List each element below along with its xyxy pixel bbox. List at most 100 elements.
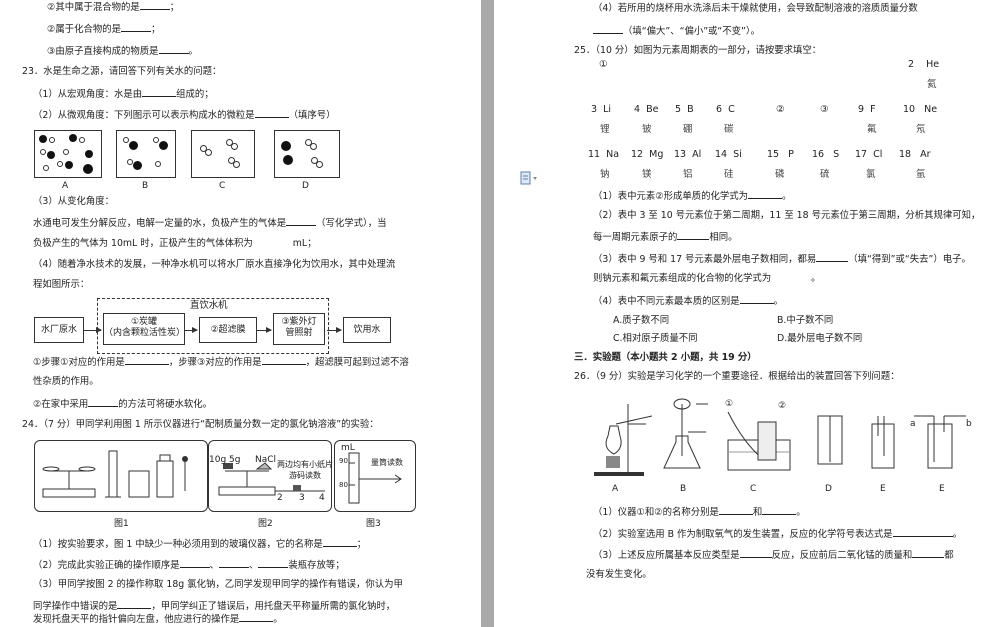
figure-caption: 图2 <box>258 519 273 529</box>
nacl-label: NaCl <box>255 455 277 465</box>
element-cell: ③ <box>820 104 829 115</box>
option-a: A.质子数不同 <box>613 315 670 326</box>
element-name: 铍 <box>642 124 652 135</box>
flow-step-membrane: ②超滤膜 <box>199 317 257 343</box>
text-line: （1）仪器①和②的名称分别是和。 <box>593 507 806 518</box>
element-cell: 10 Ne <box>903 104 938 115</box>
flow-arrow <box>327 327 342 333</box>
text-line: 没有发生变化。 <box>586 569 652 580</box>
particle-figure-c <box>191 130 255 178</box>
figure-caption: 图1 <box>114 519 129 529</box>
option-b: B.中子数不同 <box>777 315 834 326</box>
apparatus-label: E <box>939 484 945 494</box>
text-line: ①步骤①对应的作用是 ，步骤③对应的作用是 ，超滤膜可起到过滤不溶 <box>33 357 409 368</box>
element-cell: 6 C <box>716 104 735 115</box>
text-line: （1）从宏观角度：水是由 组成的； <box>33 89 214 100</box>
element-cell: 4 Be <box>634 104 659 115</box>
question-25: 25．（10 分）如图为元素周期表的一部分，请按要求填空： <box>574 45 822 56</box>
element-name: 氖 <box>916 124 926 135</box>
flow-drinking-water: 饮用水 <box>343 317 391 343</box>
element-name: 钠 <box>600 169 610 180</box>
question-24: 24．（7 分）甲同学利用图 1 所示仪器进行“配制质量分数一定的氯化钠溶液”的… <box>22 419 379 430</box>
text-line: ②其中属于混合物的是； <box>47 2 180 13</box>
element-name: 硼 <box>683 124 693 135</box>
text-line: 发现托盘天平的指针偏向左盘，他应进行的操作是。 <box>33 614 283 625</box>
text-line: （3）表中 9 号和 17 号元素最外层电子数相同，都易 （填“得到”或“失去”）… <box>593 254 971 265</box>
question-26: 26．（9 分）实验是学习化学的一个重要途径．根据给出的装置回答下列问题： <box>574 371 900 382</box>
element-cell: 17 Cl <box>855 149 883 160</box>
text-line: （4）随着净水技术的发展，一种净水机可以将水厂原水直接净化为饮用水，其中处理流 <box>33 259 396 270</box>
apparatus-mark: ② <box>778 401 787 411</box>
element-number: ① <box>599 59 608 70</box>
scale-tick: 3 <box>299 493 305 503</box>
element-name: 氩 <box>916 169 926 180</box>
text-line: （3）从变化角度： <box>33 196 114 207</box>
text-line: 水通电可发生分解反应，电解一定量的水，负极产生的气体是 （写化学式），当 <box>33 218 387 229</box>
figure-3-cylinder: mL 90 80 量筒读数 <box>334 440 416 512</box>
element-cell: 3 Li <box>591 104 612 115</box>
element-cell: 13 Al <box>674 149 702 160</box>
figure-2-balance: 10g 5g NaCl 两边均有小纸片 游码读数 2 3 4 <box>208 440 333 512</box>
instruments-drawing <box>42 450 188 498</box>
text-line: 同学操作中错误的是 ，甲同学纠正了错误后，用托盘天平称量所需的氯化钠时， <box>33 601 396 612</box>
element-number: 2 He <box>908 59 940 70</box>
apparatus-mark: b <box>966 419 972 429</box>
option-c: C.相对原子质量不同 <box>613 333 698 344</box>
section-3-heading: 三．实验题（本小题共 2 小题，共 19 分） <box>574 352 757 363</box>
apparatus-mark: ① <box>725 399 734 409</box>
question-23: 23．水是生命之源，请回答下列有关水的问题： <box>22 66 222 77</box>
apparatus-label: C <box>750 484 757 494</box>
apparatus-label: A <box>612 484 619 494</box>
element-name: 磷 <box>775 169 785 180</box>
apparatus-label: E <box>880 484 886 494</box>
text-line: ③由原子直接构成的物质是。 <box>47 46 198 57</box>
text-line: （2）从微观角度：下列图示可以表示构成水的微粒是 （填序号） <box>33 110 336 121</box>
flow-arrow <box>84 327 102 333</box>
element-cell: 9 F <box>858 104 876 115</box>
weights-label: 10g 5g <box>209 455 241 465</box>
right-page: （4）若所用的烧杯用水洗涤后未干燥就使用，会导致配制溶液的溶质质量分数 （填“偏… <box>494 0 992 627</box>
scale-tick: 4 <box>319 493 325 503</box>
text-line: 则钠元素和氟元素组成的化合物的化学式为。 <box>593 273 821 284</box>
flow-raw-water: 水厂原水 <box>34 317 84 343</box>
flow-step-carbon: ①炭罐 （内含颗粒活性炭） <box>103 313 185 345</box>
element-name: 锂 <box>600 124 610 135</box>
option-d: D.最外层电子数不同 <box>777 333 863 344</box>
particle-figure-a <box>34 130 102 178</box>
element-name: 硅 <box>724 169 734 180</box>
text-line: （4）表中不同元素最本质的区别是。 <box>593 296 783 307</box>
text-line: 程如图所示： <box>33 279 90 290</box>
element-name: 铝 <box>683 169 693 180</box>
figure-label: D <box>302 181 309 191</box>
element-cell: 18 Ar <box>899 149 931 160</box>
text-line: （3）上述反应所属基本反应类型是 反应，反应前后二氧化锰的质量和都 <box>593 550 954 561</box>
element-name: 氯 <box>866 169 876 180</box>
element-cell: 14 Si <box>715 149 742 160</box>
particle-figure-d <box>274 130 340 178</box>
text-line: （2）表中 3 至 10 号元素位于第二周期，11 至 18 号元素位于第三周期… <box>593 210 981 221</box>
text-line: 负极产生的气体为 10mL 时，正极产生的气体体积为 mL； <box>33 238 317 249</box>
flow-step-uv: ③紫外灯 管照射 <box>273 313 325 345</box>
scale-tick: 2 <box>277 493 283 503</box>
text-line: （4）若所用的烧杯用水洗涤后未干燥就使用，会导致配制溶液的溶质质量分数 <box>593 3 918 14</box>
lab-apparatus-drawing <box>594 398 966 476</box>
flow-arrow <box>257 327 272 333</box>
text-line: ②属于化合物的是； <box>47 24 161 35</box>
rider-note: 游码读数 <box>289 471 321 480</box>
element-cell: ② <box>776 104 785 115</box>
document-icon[interactable] <box>520 170 537 185</box>
text-line: 每一周期元素原子的 相同。 <box>593 232 738 243</box>
text-line: （1）按实验要求，图 1 中缺少一种必须用到的玻璃仪器，它的名称是； <box>33 539 367 550</box>
tick-label: 80 <box>339 481 348 489</box>
element-name: 镁 <box>642 169 652 180</box>
apparatus-label: B <box>680 484 687 494</box>
element-cell: 5 B <box>675 104 694 115</box>
element-name: 氦 <box>927 79 937 90</box>
figure-1-instruments <box>34 440 208 512</box>
element-name: 硫 <box>820 169 830 180</box>
unit-label: mL <box>341 443 355 453</box>
reading-label: 量筒读数 <box>371 458 403 467</box>
text-line: 性杂质的作用。 <box>33 376 99 387</box>
paper-note: 两边均有小纸片 <box>277 460 333 469</box>
text-line: ②在家中采用 的方法可将硬水软化。 <box>33 399 213 410</box>
